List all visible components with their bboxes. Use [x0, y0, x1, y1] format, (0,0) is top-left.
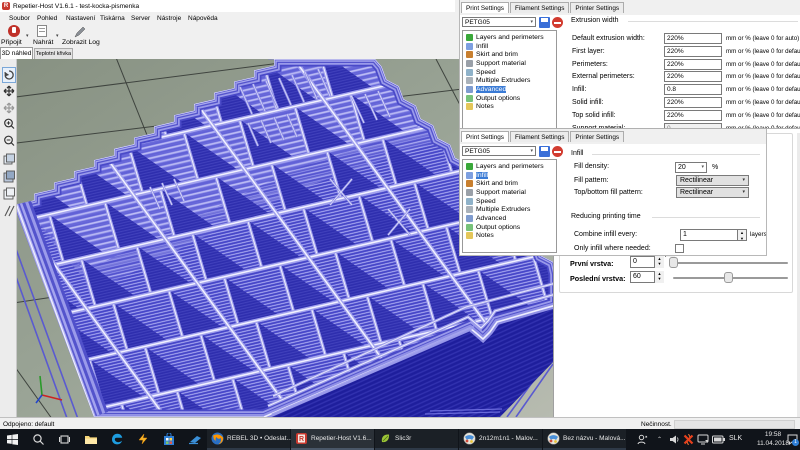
svg-text:R: R [299, 436, 304, 443]
